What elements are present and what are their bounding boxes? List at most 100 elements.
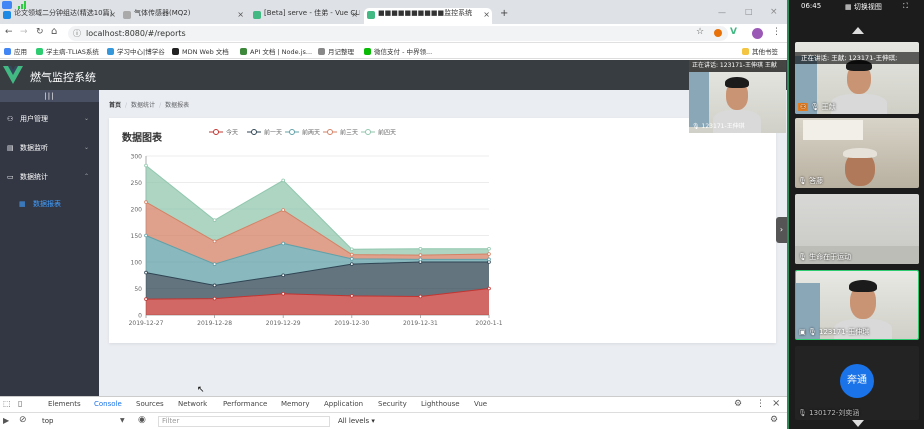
browser-tab[interactable]: [Beta] serve - 佳弟 - Vue CLI × [250,8,360,24]
profile-avatar[interactable] [752,28,763,39]
legend-marker [213,129,219,135]
devtools-tab[interactable]: Application [324,400,363,408]
sidebar-item-monitor[interactable]: ▤ 数据监听 ⌄ [0,135,99,161]
mouse-cursor-icon: ↖ [197,385,205,395]
maximize-icon[interactable]: □ [745,7,753,16]
devtools-tab[interactable]: Security [378,400,407,408]
sidebar-toggle-icon[interactable]: ▶ [3,416,9,425]
data-point [144,233,148,238]
x-tick-label: 2020-1-1 [475,320,502,327]
fullscreen-icon[interactable]: ⛶ [903,2,908,11]
dropdown-arrow-icon[interactable]: ▼ [120,417,125,424]
devtools-close-icon[interactable]: × [772,398,780,409]
settings-gear-icon[interactable]: ⚙ [734,399,742,409]
forward-icon[interactable]: → [20,27,28,37]
switch-view-button[interactable]: ▦ 切换视图 [845,2,882,12]
bookmark-icon [107,48,114,55]
bookmark-item[interactable]: 学主病-TLIAS系统 [36,46,99,56]
devtools-tab[interactable]: Sources [136,400,164,408]
participant-tile[interactable]: 正在讲话: 王献; 123171-王伸琪; ⚇ 🎙 王献 [795,42,919,114]
sidebar-collapse-toggle[interactable]: ||| [0,90,99,102]
legend-item[interactable]: 前两天 [285,129,320,137]
back-icon[interactable]: ← [5,27,13,37]
reload-icon[interactable]: ↻ [36,27,44,37]
bookmark-item[interactable]: API 文档 | Node.js... [240,46,312,56]
close-icon[interactable]: × [483,10,490,19]
browser-tab-active[interactable]: ■■■■■■■■■■监控系统 × [364,8,492,24]
window-close-icon[interactable]: × [770,7,778,17]
devtools-tab[interactable]: Vue [474,400,487,408]
legend-marker [327,129,333,135]
legend-label: 前四天 [378,129,396,137]
legend-item[interactable]: 前三天 [323,129,358,137]
sidebar-subitem-reports[interactable]: ▦ 数据报表 [0,191,99,217]
data-point [144,163,148,168]
devtools-tab[interactable]: Memory [281,400,309,408]
more-options-icon[interactable]: ⋮ [756,399,765,409]
legend-label: 前两天 [302,129,320,137]
home-icon[interactable]: ⌂ [51,26,57,37]
console-settings-icon[interactable]: ⚙ [770,415,778,425]
device-toggle-icon[interactable]: ▯ [18,399,22,408]
bookmark-item[interactable]: 其他书签 [742,46,778,56]
participant-tile-self[interactable]: ▣ 🎙 123171-王伸琪 [795,270,919,340]
participant-tile[interactable]: 奔通 🎙 130172-刘奕涵 [795,346,919,420]
bookmark-item[interactable]: 学习中心|博学谷 [107,46,165,56]
close-icon[interactable]: × [351,10,358,19]
meeting-panel: 06:45 ▦ 切换视图 ⛶ 正在讲话: 王献; 123171-王伸琪; ⚇ 🎙… [787,0,924,429]
bookmark-item[interactable]: 应用 [4,46,27,56]
sidebar-item-statistics[interactable]: ▭ 数据统计 ⌃ [0,164,99,190]
menu-icon[interactable]: ⋮ [772,27,781,37]
vue-devtools-icon[interactable]: V [730,27,737,37]
breadcrumb-item: 数据报表 [165,102,190,109]
bookmark-item[interactable]: MDN Web 文档 [172,46,229,56]
browser-tab[interactable]: 气体传感器(MQ2) × [120,8,246,24]
bookmark-item[interactable]: 微信支付 - 中界领... [364,46,432,56]
participant-caption: 🎙 130172-刘奕涵 [798,409,860,417]
log-levels-select[interactable]: All levels ▾ [338,417,375,425]
x-tick-label: 2019-12-30 [334,320,369,327]
bookmark-star-icon[interactable]: ☆ [696,27,704,37]
address-bar[interactable]: ⓘ localhost:8080/#/reports [68,26,728,41]
console-filter-input[interactable]: Filter [158,416,330,427]
scroll-down-icon[interactable] [852,420,864,427]
new-tab-button[interactable]: + [500,8,508,19]
devtools-tab[interactable]: Lighthouse [421,400,460,408]
legend-marker [365,129,371,135]
data-point [281,241,286,246]
bookmark-item[interactable]: 月记整理 [318,46,354,56]
document-icon: ▤ [7,144,14,152]
data-point [487,252,491,256]
extension-icon[interactable] [714,29,722,37]
url-text: localhost:8080/#/reports [86,29,186,38]
y-tick-label: 150 [131,233,143,240]
minimize-icon[interactable]: — [718,8,726,17]
y-tick-label: 300 [131,154,143,161]
devtools-tab[interactable]: Performance [223,400,267,408]
sidebar-item-users[interactable]: ⚇ 用户管理 ⌄ [0,106,99,132]
legend-item[interactable]: 前四天 [361,129,396,137]
context-select[interactable]: top [42,417,53,425]
eye-icon[interactable]: ◉ [138,415,146,425]
browser-tab[interactable]: 论文领域二分钟组达(精选10篇) × [0,8,118,24]
inspect-icon[interactable]: ⬚ [3,399,11,408]
devtools-tab[interactable]: Elements [48,400,81,408]
close-icon[interactable]: × [237,10,244,19]
breadcrumb-item[interactable]: 首页 [109,102,121,109]
clear-console-icon[interactable]: ⊘ [19,415,27,425]
legend-item[interactable]: 前一天 [247,129,282,137]
info-icon[interactable]: ⓘ [73,26,81,41]
data-point [418,294,423,299]
scroll-up-icon[interactable] [852,27,864,34]
participant-tile[interactable]: 🎙 生命在于运动 [795,194,919,264]
legend-item[interactable]: 今天 [209,129,238,137]
data-point [487,286,491,291]
data-point [350,262,354,266]
app-title: 燃气监控系统 [30,71,96,84]
expand-panel-button[interactable]: › [776,217,787,243]
devtools-tab[interactable]: Network [178,400,207,408]
participant-tile[interactable]: 🎙 答藤 [795,118,919,188]
close-icon[interactable]: × [109,10,116,19]
devtools-tab-active[interactable]: Console [94,400,122,408]
vue-logo-icon [3,66,23,84]
